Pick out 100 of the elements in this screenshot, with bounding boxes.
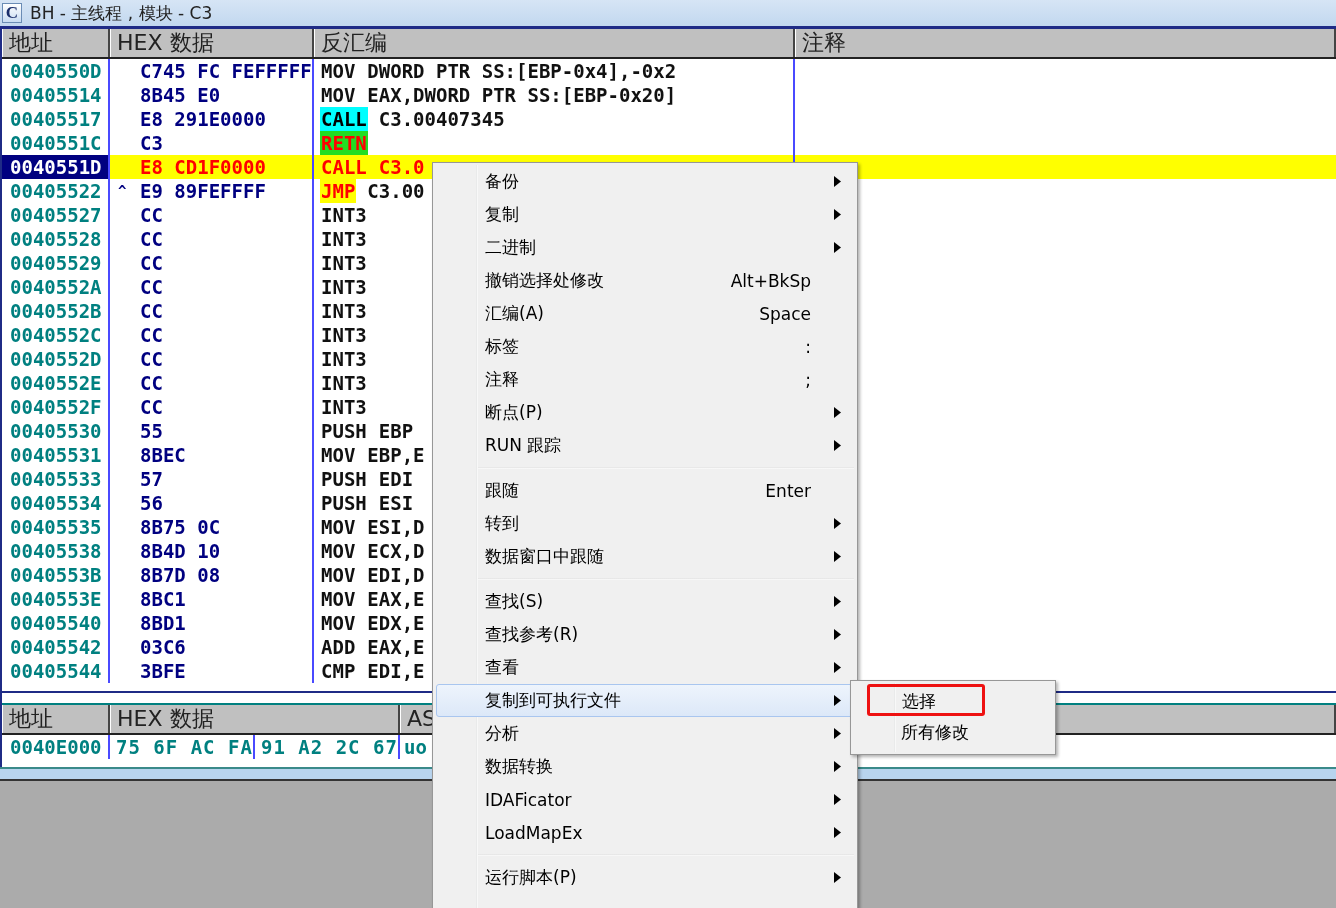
- menu-item[interactable]: 数据窗口中跟随: [436, 540, 854, 573]
- menu-item[interactable]: IDAFicator: [436, 783, 854, 816]
- table-cell: C745 FC FEFFFFF: [140, 59, 312, 83]
- operand: EAX,E: [367, 635, 425, 659]
- table-cell: 00405540: [2, 611, 110, 635]
- menu-item-label: 查找(S): [485, 590, 544, 613]
- mnemonic: INT3: [320, 299, 368, 323]
- menu-item-label: 二进制: [485, 236, 536, 259]
- menu-item-label: 数据窗口中跟随: [485, 545, 604, 568]
- mnemonic: MOV: [320, 443, 357, 467]
- operand: ESI,D: [367, 515, 425, 539]
- operand: EDI,E: [367, 659, 425, 683]
- table-cell: CC: [140, 275, 163, 299]
- menu-item-label: 标签: [485, 335, 519, 358]
- menu-item[interactable]: 查找(S): [436, 585, 854, 618]
- operand: C3.00: [367, 179, 425, 203]
- menu-item[interactable]: 数据转换: [436, 750, 854, 783]
- table-cell: 0040553B: [2, 563, 110, 587]
- table-cell: 56: [140, 491, 163, 515]
- table-cell: C3: [140, 131, 163, 155]
- column-header[interactable]: HEX 数据: [110, 29, 314, 57]
- column-header[interactable]: 反汇编: [314, 29, 795, 57]
- mnemonic: RETN: [320, 131, 368, 155]
- menu-item-label: 查找参考(R): [485, 623, 579, 646]
- column-header[interactable]: 地址: [2, 705, 110, 733]
- menu-item-label: 查看: [485, 656, 519, 679]
- menu-item[interactable]: 汇编(A) Space: [436, 297, 854, 330]
- menu-item[interactable]: 查找参考(R): [436, 618, 854, 651]
- shortcut-label: Alt+BkSp: [730, 270, 811, 291]
- menu-item[interactable]: 跟随 Enter: [436, 474, 854, 507]
- menu-item-label: 分析: [485, 722, 519, 745]
- mnemonic: MOV: [320, 59, 357, 83]
- table-cell: 00405528: [2, 227, 110, 251]
- shortcut-label: ;: [805, 369, 811, 390]
- table-cell: 0040552A: [2, 275, 110, 299]
- mnemonic: PUSH: [320, 491, 368, 515]
- table-cell: 8B45 E0: [140, 83, 221, 107]
- operand: EBP,E: [367, 443, 425, 467]
- operand: EDX,E: [367, 611, 425, 635]
- column-header[interactable]: 地址: [2, 29, 110, 57]
- jump-mark: ^: [118, 182, 128, 201]
- mnemonic: PUSH: [320, 467, 368, 491]
- menu-item[interactable]: 断点(P): [436, 396, 854, 429]
- table-cell: CC: [140, 203, 163, 227]
- mnemonic: INT3: [320, 227, 368, 251]
- mnemonic: MOV: [320, 611, 357, 635]
- table-cell: 00405538: [2, 539, 110, 563]
- operand: EDI,D: [367, 563, 425, 587]
- mnemonic: INT3: [320, 251, 368, 275]
- menu-item[interactable]: LoadMapEx: [436, 816, 854, 849]
- menu-item[interactable]: 二进制: [436, 231, 854, 264]
- table-cell: 00405529: [2, 251, 110, 275]
- operand: ESI: [378, 491, 414, 515]
- mnemonic: INT3: [320, 203, 368, 227]
- operand: EDI: [378, 467, 414, 491]
- table-cell: CC: [140, 371, 163, 395]
- table-cell: CC: [140, 395, 163, 419]
- menu-item[interactable]: 复制: [436, 198, 854, 231]
- shortcut-label: Space: [759, 303, 811, 324]
- menu-item[interactable]: 标签 :: [436, 330, 854, 363]
- menu-item[interactable]: 转到: [436, 507, 854, 540]
- menu-item[interactable]: 查看: [436, 651, 854, 684]
- column-header[interactable]: 注释: [795, 29, 1336, 57]
- submenu-item[interactable]: 所有修改: [867, 716, 985, 748]
- menu-item[interactable]: 运行脚本(P): [436, 861, 854, 894]
- table-cell: 00405534: [2, 491, 110, 515]
- mnemonic: ADD: [320, 635, 357, 659]
- menu-item-label: 复制到可执行文件: [485, 689, 621, 712]
- menu-item-label: 撤销选择处修改: [485, 269, 604, 292]
- table-cell: 0040552B: [2, 299, 110, 323]
- table-cell: CC: [140, 299, 163, 323]
- table-cell: 00405535: [2, 515, 110, 539]
- table-cell: 8BD1: [140, 611, 186, 635]
- menu-item[interactable]: 分析: [436, 717, 854, 750]
- table-cell: 3BFE: [140, 659, 186, 683]
- column-header[interactable]: HEX 数据: [110, 705, 400, 733]
- menu-item-label: 汇编(A): [485, 302, 544, 325]
- table-cell: 00405530: [2, 419, 110, 443]
- shortcut-label: Enter: [765, 480, 811, 501]
- menu-item-label: 断点(P): [485, 401, 543, 424]
- submenu-item[interactable]: 选择: [867, 684, 985, 716]
- table-cell: CC: [140, 323, 163, 347]
- menu-item[interactable]: 注释 ;: [436, 363, 854, 396]
- table-cell: 00405531: [2, 443, 110, 467]
- table-cell: 8BC1: [140, 587, 186, 611]
- mnemonic: INT3: [320, 275, 368, 299]
- operand: ECX,D: [367, 539, 425, 563]
- mnemonic: INT3: [320, 347, 368, 371]
- table-cell: E8 CD1F0000: [140, 155, 266, 179]
- menu-item[interactable]: 备份: [436, 165, 854, 198]
- mnemonic: INT3: [320, 371, 368, 395]
- table-cell: 0040550D: [2, 59, 110, 83]
- table-cell: 00405527: [2, 203, 110, 227]
- table-cell: 03C6: [140, 635, 186, 659]
- menu-item-label: 注释: [485, 368, 519, 391]
- table-cell: 8B4D 10: [140, 539, 221, 563]
- menu-item[interactable]: RUN 跟踪: [436, 429, 854, 462]
- menu-item[interactable]: 撤销选择处修改 Alt+BkSp: [436, 264, 854, 297]
- app-icon: C: [2, 3, 22, 23]
- table-cell: 0040552D: [2, 347, 110, 371]
